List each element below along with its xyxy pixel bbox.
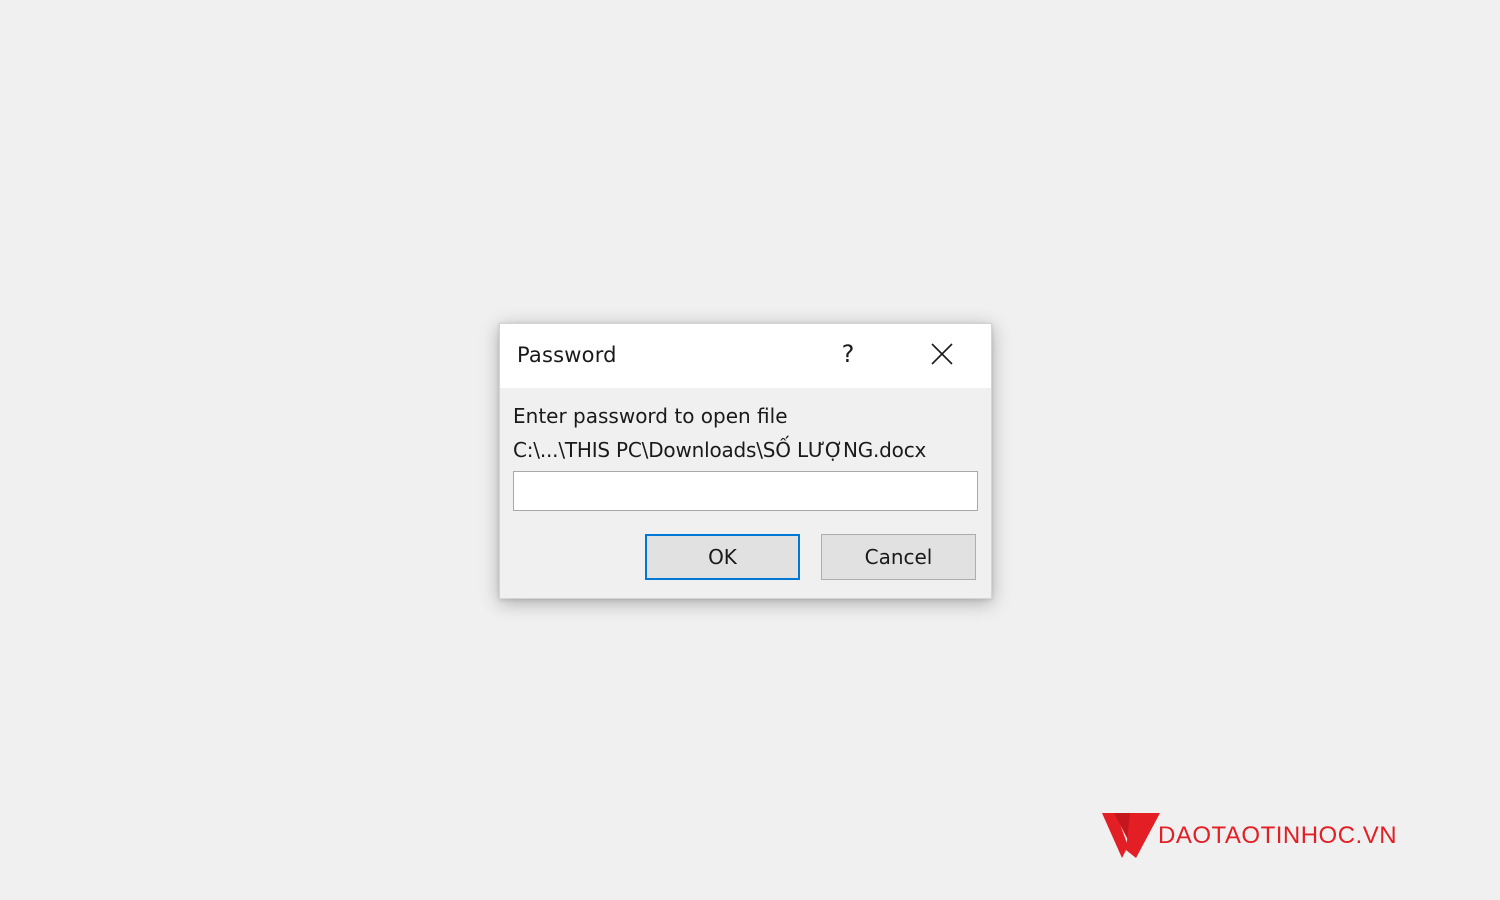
help-icon: ?	[841, 340, 855, 368]
dialog-titlebar[interactable]: Password ?	[500, 324, 991, 388]
cancel-button[interactable]: Cancel	[821, 534, 976, 580]
close-icon	[931, 343, 953, 365]
file-path-label: C:\...\THIS PC\Downloads\SỐ LƯỢNG.docx	[513, 438, 927, 462]
ok-button[interactable]: OK	[645, 534, 800, 580]
help-button[interactable]: ?	[826, 332, 870, 376]
password-dialog: Password ? Enter password to open file C…	[499, 323, 992, 599]
brand-watermark: DAOTAOTINHOC.VN	[1100, 810, 1430, 862]
dialog-title: Password	[517, 343, 617, 367]
brand-logo-icon	[1102, 813, 1160, 858]
desktop-background: Password ? Enter password to open file C…	[0, 0, 1500, 900]
password-prompt-label: Enter password to open file	[513, 404, 788, 428]
close-button[interactable]	[918, 332, 966, 376]
password-input[interactable]	[513, 471, 978, 511]
brand-text: DAOTAOTINHOC.VN	[1158, 822, 1398, 849]
